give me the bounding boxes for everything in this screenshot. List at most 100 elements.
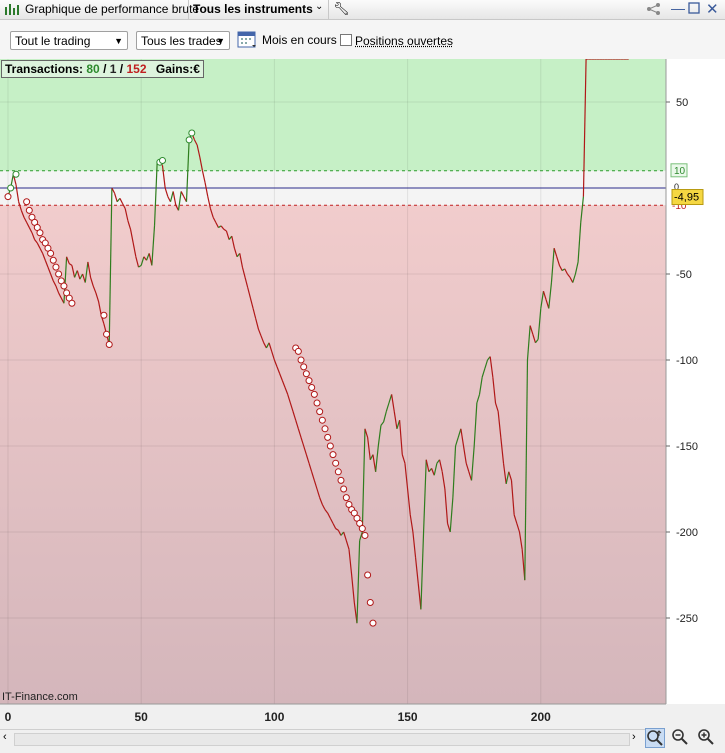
neutral-count: 1 <box>109 62 117 76</box>
loss-trade-marker <box>361 531 369 539</box>
loss-trade-marker <box>49 256 57 264</box>
loss-trade-marker <box>100 311 108 319</box>
separator-text: / <box>103 62 107 76</box>
loss-trade-marker <box>105 341 113 349</box>
instrument-selector[interactable]: Tous les instruments <box>193 2 313 16</box>
win-trade-marker <box>7 184 15 192</box>
trades-select[interactable]: Tous les trades ▼ <box>136 31 230 50</box>
filter-toolbar: Tout le trading ▼ Tous les trades ▼ Mois… <box>0 20 725 59</box>
loss-trade-marker <box>340 485 348 493</box>
chevron-right-icon[interactable]: › <box>632 731 636 743</box>
share-icon[interactable] <box>646 2 662 19</box>
loss-trade-marker <box>321 425 329 433</box>
loss-trade-marker <box>4 193 12 201</box>
trades-select-value: Tous les trades <box>141 34 222 48</box>
chevron-left-icon[interactable]: ‹ <box>3 731 7 743</box>
y-tick-label: 50 <box>676 97 688 109</box>
x-tick-label: 0 <box>5 710 12 724</box>
y-tick-label: -250 <box>676 613 698 625</box>
y-tick-label: -150 <box>676 441 698 453</box>
loss-trade-marker <box>342 494 350 502</box>
x-tick-label: 150 <box>398 710 418 724</box>
open-positions-label[interactable]: Positions ouvertes <box>355 34 453 48</box>
zoom-in-button[interactable] <box>696 728 716 748</box>
loss-trade-marker <box>358 525 366 533</box>
month-label[interactable]: Mois en cours <box>262 33 337 47</box>
horizontal-scrollbar[interactable]: ‹ › <box>0 729 645 747</box>
y-axis-panel <box>666 59 725 704</box>
x-tick-label: 200 <box>531 710 551 724</box>
title-bar: Graphique de performance brute Tous les … <box>0 0 725 20</box>
loss-trade-marker <box>25 206 33 214</box>
loss-trade-marker <box>364 571 372 579</box>
window-title: Graphique de performance brute <box>25 2 200 16</box>
chart-svg: 50-50-100-150-200-25010-100-4,95 0 50 100 1… <box>0 58 725 750</box>
maximize-icon[interactable] <box>688 2 700 17</box>
y-tick-label: -50 <box>676 269 692 281</box>
loss-trade-marker <box>326 442 334 450</box>
watermark: IT-Finance.com <box>2 691 78 703</box>
win-trade-marker <box>188 129 196 137</box>
loss-trade-marker <box>305 377 313 385</box>
separator-text: / <box>119 62 124 76</box>
loss-trade-marker <box>68 299 76 307</box>
wrench-icon[interactable]: 🔧︎ <box>333 1 350 17</box>
loss-trade-marker <box>103 330 111 338</box>
zoom-out-button[interactable] <box>670 728 690 748</box>
loss-trade-marker <box>324 433 332 441</box>
zoom-fit-icon <box>647 730 663 746</box>
loss-trade-marker <box>302 370 310 378</box>
zoom-out-icon <box>672 729 688 745</box>
close-icon[interactable]: ✕ <box>706 0 719 18</box>
loss-trade-marker <box>47 249 55 257</box>
chevron-down-icon[interactable]: ⌄ <box>315 1 323 12</box>
currency-label: € <box>193 62 200 76</box>
current-value-label: -4,95 <box>674 192 699 204</box>
loss-trade-marker <box>329 451 337 459</box>
win-trade-marker <box>159 156 167 164</box>
performance-chart: 50 -50 -100 -150 -200 -250 10 -10 0 -4,95 0 50 100 1… <box>0 58 725 750</box>
trading-select[interactable]: Tout le trading ▼ <box>10 31 128 50</box>
wins-count: 80 <box>86 62 100 76</box>
x-tick-label: 100 <box>264 710 284 724</box>
trading-select-value: Tout le trading <box>15 34 91 48</box>
win-trade-marker <box>185 136 193 144</box>
zoom-fit-button[interactable] <box>645 728 665 748</box>
loss-trade-marker <box>60 282 68 290</box>
zoom-in-icon <box>698 729 714 745</box>
loss-trade-marker <box>23 198 31 206</box>
loss-trade-marker <box>300 363 308 371</box>
calendar-icon[interactable] <box>237 29 257 52</box>
chevron-down-icon: ▼ <box>216 36 225 46</box>
gains-label: Gains: <box>155 62 194 76</box>
loss-trade-marker <box>366 599 374 607</box>
loss-trade-marker <box>55 270 63 278</box>
separator <box>328 0 329 19</box>
loss-trade-marker <box>308 384 316 392</box>
loss-trade-marker <box>332 459 340 467</box>
loss-trade-marker <box>337 476 345 484</box>
minimize-icon[interactable]: — <box>671 0 685 16</box>
loss-trade-marker <box>297 356 305 364</box>
loss-trade-marker <box>52 263 60 271</box>
chart-icon <box>4 2 20 19</box>
loss-trade-marker <box>36 229 44 237</box>
scrollbar-thumb[interactable] <box>14 733 630 746</box>
loss-trade-marker <box>310 390 318 398</box>
loss-trade-marker <box>369 619 377 627</box>
transactions-label: Transactions: <box>5 62 84 76</box>
separator <box>188 0 189 19</box>
profit-threshold-label: 10 <box>674 166 686 177</box>
losses-count: 152 <box>126 62 147 76</box>
loss-trade-marker <box>318 416 326 424</box>
loss-trade-marker <box>294 347 302 355</box>
x-tick-label: 50 <box>135 710 149 724</box>
win-trade-marker <box>12 170 20 178</box>
loss-trade-marker <box>316 408 324 416</box>
chevron-down-icon: ▼ <box>114 36 123 46</box>
transactions-summary: Transactions: 80 / 1 / 152 Gains:€ <box>1 60 204 78</box>
y-tick-label: -200 <box>676 527 698 539</box>
y-tick-label: -100 <box>676 355 698 367</box>
loss-trade-marker <box>334 468 342 476</box>
open-positions-checkbox[interactable] <box>340 34 352 46</box>
